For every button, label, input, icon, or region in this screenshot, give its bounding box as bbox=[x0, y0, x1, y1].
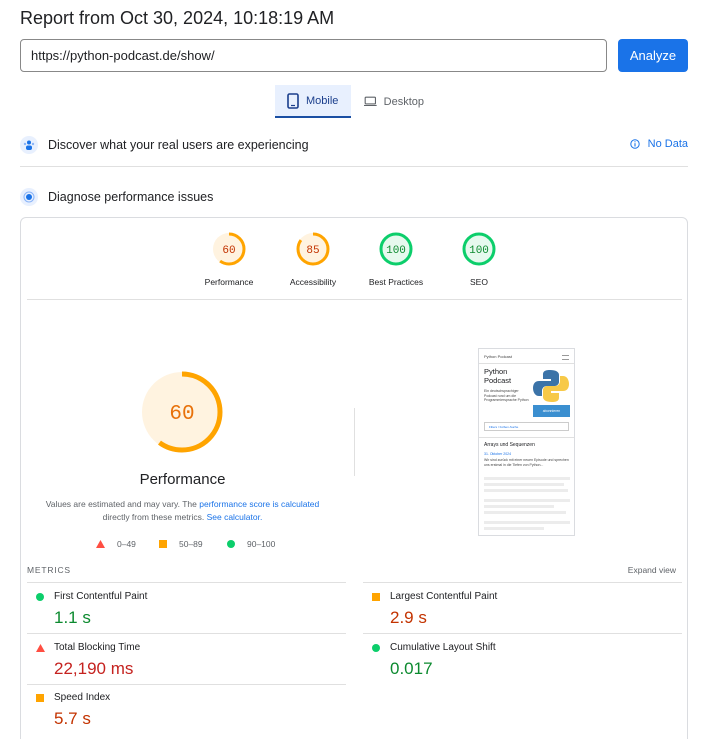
info-icon bbox=[629, 139, 640, 149]
score-label: Performance bbox=[204, 277, 254, 287]
score-calculated-link[interactable]: performance score is calculated bbox=[199, 499, 319, 509]
users-icon bbox=[20, 136, 38, 154]
python-logo-icon bbox=[533, 370, 569, 402]
tab-desktop-label: Desktop bbox=[383, 95, 424, 108]
score-label: SEO bbox=[470, 277, 488, 287]
report-title: Report from Oct 30, 2024, 10:18:19 AM bbox=[20, 8, 335, 28]
thumb-filter: Filters / Folben-Suche bbox=[484, 422, 569, 431]
score-value: 60 bbox=[222, 245, 235, 257]
legend-average: 50–89 bbox=[159, 539, 203, 549]
legend-pass-label: 90–100 bbox=[247, 539, 276, 549]
no-data-link[interactable]: No Data bbox=[629, 138, 688, 150]
field-data-row: Discover what your real users are experi… bbox=[20, 132, 688, 158]
score-value: 100 bbox=[469, 245, 489, 257]
divider bbox=[27, 582, 346, 583]
metric-value: 1.1 s bbox=[54, 608, 91, 627]
score-value: 85 bbox=[306, 245, 319, 257]
analyze-button[interactable]: Analyze bbox=[618, 39, 688, 72]
divider bbox=[363, 633, 682, 634]
diagnose-row: Diagnose performance issues bbox=[20, 184, 688, 210]
performance-note: Values are estimated and may vary. The p… bbox=[30, 498, 335, 524]
page-screenshot: Python Podcast Python Podcast Ein deutsc… bbox=[478, 348, 575, 536]
score-value: 100 bbox=[386, 245, 406, 257]
metric-name: Largest Contentful Paint bbox=[390, 591, 498, 602]
metrics-label: METRICS bbox=[27, 565, 71, 575]
metric-name: Cumulative Layout Shift bbox=[390, 642, 496, 653]
score-gauge: 100 bbox=[379, 232, 413, 266]
performance-score: 60 bbox=[169, 403, 194, 426]
thumb-post-date: 31. Oktober 2024 bbox=[484, 452, 512, 456]
see-calculator-link[interactable]: See calculator. bbox=[207, 512, 263, 522]
thumb-hero-text: Ein deutschsprachiger Podcast rund um di… bbox=[484, 389, 529, 402]
note-prefix: Values are estimated and may vary. The bbox=[45, 499, 197, 509]
metric-name: First Contentful Paint bbox=[54, 591, 148, 602]
legend-pass: 90–100 bbox=[227, 539, 275, 549]
circle-icon bbox=[227, 540, 235, 548]
divider bbox=[27, 684, 346, 685]
diagnose-heading: Diagnose performance issues bbox=[48, 190, 214, 204]
no-data-label: No Data bbox=[647, 138, 688, 150]
url-input[interactable] bbox=[20, 39, 607, 72]
mobile-icon bbox=[287, 92, 299, 109]
score-gauge: 85 bbox=[296, 232, 330, 266]
triangle-icon bbox=[96, 540, 105, 548]
score-label: Accessibility bbox=[289, 277, 337, 287]
desktop-icon bbox=[364, 96, 377, 107]
fail-triangle-icon bbox=[36, 644, 45, 652]
pass-circle-icon bbox=[36, 593, 44, 601]
legend-fail: 0–49 bbox=[96, 539, 136, 549]
score-label: Best Practices bbox=[368, 277, 424, 287]
score-best-practices[interactable]: 100 Best Practices bbox=[351, 231, 441, 287]
score-accessibility[interactable]: 85 Accessibility bbox=[268, 231, 358, 287]
performance-title: Performance bbox=[139, 471, 226, 488]
legend-average-label: 50–89 bbox=[179, 539, 203, 549]
divider bbox=[354, 408, 355, 476]
metric-name: Total Blocking Time bbox=[54, 642, 141, 653]
metric-name: Speed Index bbox=[54, 692, 111, 703]
note-middle: directly from these metrics. bbox=[102, 512, 205, 522]
pass-circle-icon bbox=[372, 644, 380, 652]
divider bbox=[27, 299, 682, 300]
thumb-hero-title: Python Podcast bbox=[484, 367, 512, 385]
tab-desktop[interactable]: Desktop bbox=[352, 85, 436, 118]
score-gauge: 60 bbox=[212, 232, 246, 266]
score-gauge: 100 bbox=[462, 232, 496, 266]
tab-mobile[interactable]: Mobile bbox=[275, 85, 351, 118]
metric-value: 5.7 s bbox=[54, 709, 91, 728]
average-square-icon bbox=[36, 694, 44, 702]
square-icon bbox=[159, 540, 167, 548]
metric-value: 22,190 ms bbox=[54, 659, 134, 678]
expand-view-button[interactable]: Expand view bbox=[600, 565, 676, 575]
thumb-post-text: Wir sind zurück mit einer neuen Episode … bbox=[484, 458, 569, 467]
metric-value: 2.9 s bbox=[390, 608, 427, 627]
menu-icon bbox=[562, 355, 569, 360]
average-square-icon bbox=[372, 593, 380, 601]
legend-fail-label: 0–49 bbox=[117, 539, 136, 549]
thumb-post-title: Arrays und Sequenzen bbox=[484, 442, 535, 448]
score-performance[interactable]: 60 Performance bbox=[184, 231, 274, 287]
thumb-site-name: Python Podcast bbox=[484, 354, 513, 359]
lighthouse-icon bbox=[20, 188, 38, 206]
metric-value: 0.017 bbox=[390, 659, 433, 678]
score-seo[interactable]: 100 SEO bbox=[434, 231, 524, 287]
divider bbox=[27, 633, 346, 634]
performance-gauge: 60 bbox=[141, 371, 223, 453]
field-data-heading: Discover what your real users are experi… bbox=[48, 138, 309, 152]
divider bbox=[363, 582, 682, 583]
tab-mobile-label: Mobile bbox=[306, 94, 339, 107]
thumb-subscribe-button: abonnieren bbox=[533, 405, 570, 417]
divider bbox=[20, 166, 688, 167]
